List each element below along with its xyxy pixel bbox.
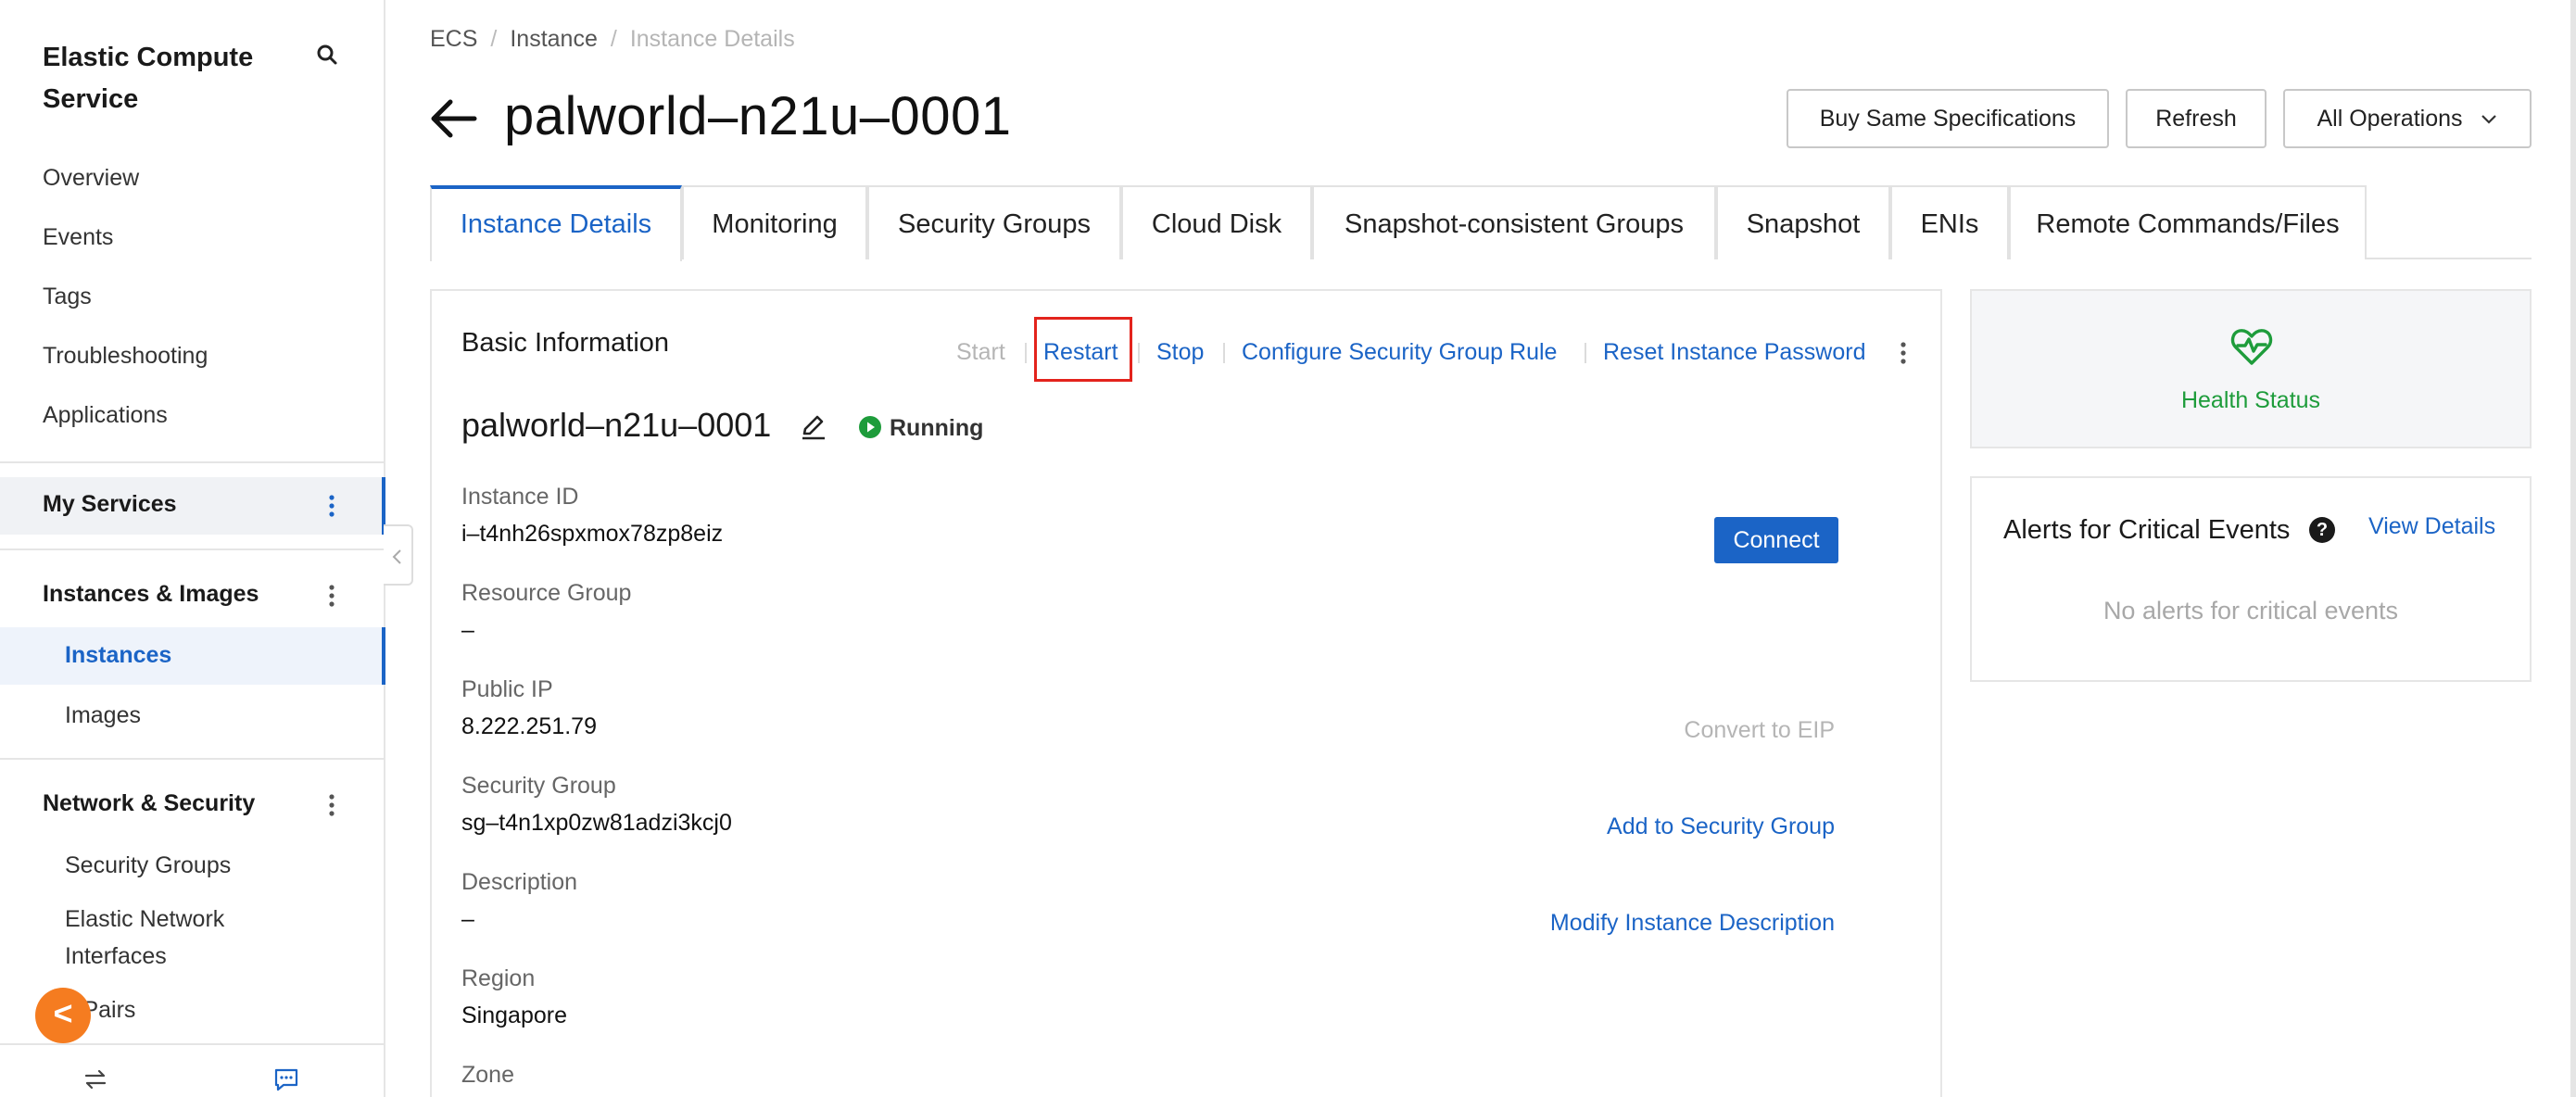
- restart-highlight-box: [1034, 317, 1132, 382]
- heart-pulse-icon: [2230, 329, 2273, 365]
- sidebar-item-applications[interactable]: Applications: [43, 402, 168, 429]
- region-label: Region: [461, 965, 536, 991]
- action-separator: [1138, 343, 1140, 363]
- kebab-icon[interactable]: [326, 582, 337, 610]
- kebab-icon[interactable]: [1898, 339, 1909, 367]
- stop-action[interactable]: Stop: [1156, 339, 1204, 366]
- basic-information-card: Basic Information Start Restart Stop Con…: [430, 289, 1942, 1097]
- sidebar-item-security-groups[interactable]: Security Groups: [65, 852, 231, 879]
- action-separator: [1025, 343, 1027, 363]
- sidebar-section-network-security[interactable]: Network & Security: [0, 776, 384, 834]
- critical-events-card: Alerts for Critical Events ? View Detail…: [1970, 476, 2532, 682]
- tab-snapshot-consistent-groups[interactable]: Snapshot-consistent Groups: [1312, 185, 1716, 259]
- tab-security-groups[interactable]: Security Groups: [867, 185, 1121, 259]
- public-ip-label: Public IP: [461, 676, 553, 702]
- breadcrumb-instance[interactable]: Instance: [510, 26, 598, 52]
- card-title: Basic Information: [461, 328, 670, 358]
- description-label: Description: [461, 869, 578, 895]
- sidebar-section-instances-images[interactable]: Instances & Images: [0, 567, 384, 624]
- instance-name: palworld–n21u–0001: [461, 406, 772, 444]
- sidebar-divider: [0, 758, 385, 760]
- instance-id-value: i–t4nh26spxmox78zp8eiz: [461, 521, 724, 547]
- sidebar: Elastic Compute Service Overview Events …: [0, 0, 385, 1097]
- all-operations-dropdown[interactable]: All Operations: [2283, 89, 2532, 148]
- breadcrumb-ecs[interactable]: ECS: [430, 26, 477, 52]
- sidebar-section-label: Network & Security: [43, 790, 256, 816]
- tab-cloud-disk[interactable]: Cloud Disk: [1121, 185, 1312, 259]
- sidebar-item-images[interactable]: Images: [65, 702, 141, 729]
- modify-instance-description-link[interactable]: Modify Instance Description: [1550, 910, 1835, 937]
- connect-button[interactable]: Connect: [1714, 517, 1838, 563]
- kebab-icon[interactable]: [326, 791, 337, 819]
- chevron-down-icon: [2481, 115, 2496, 124]
- tab-bar: Instance Details Monitoring Security Gro…: [430, 185, 2532, 261]
- sidebar-item-instances[interactable]: Instances: [0, 627, 385, 685]
- search-icon[interactable]: [315, 43, 339, 67]
- sidebar-title: Elastic Compute Service: [43, 43, 254, 114]
- sidebar-divider: [0, 461, 385, 463]
- sidebar-item-overview[interactable]: Overview: [43, 165, 139, 192]
- sidebar-item-label: Instances: [65, 642, 172, 668]
- sidebar-divider: [0, 548, 385, 550]
- status-badge: Running: [890, 415, 984, 441]
- chat-icon[interactable]: [272, 1065, 300, 1093]
- sidebar-section-label: My Services: [43, 491, 177, 517]
- breadcrumb-separator: /: [490, 26, 498, 52]
- breadcrumb-separator: /: [610, 26, 617, 52]
- configure-security-group-rule-action[interactable]: Configure Security Group Rule: [1242, 339, 1557, 366]
- refresh-button[interactable]: Refresh: [2126, 89, 2267, 148]
- health-status-card[interactable]: Health Status: [1970, 289, 2532, 448]
- start-action[interactable]: Start: [956, 339, 1005, 366]
- chevron-left-icon: [392, 549, 401, 564]
- add-to-security-group-link[interactable]: Add to Security Group: [1607, 813, 1835, 840]
- security-group-value: sg–t4n1xp0zw81adzi3kcj0: [461, 810, 732, 836]
- page-scrollbar[interactable]: [2570, 0, 2576, 1097]
- help-icon[interactable]: ?: [2309, 517, 2335, 543]
- view-details-link[interactable]: View Details: [2368, 513, 2495, 540]
- resource-group-value: –: [461, 617, 474, 643]
- tab-instance-details[interactable]: Instance Details: [430, 185, 682, 261]
- instance-id-label: Instance ID: [461, 484, 579, 510]
- tab-remote-commands-files[interactable]: Remote Commands/Files: [2009, 185, 2367, 259]
- empty-state-text: No alerts for critical events: [2102, 597, 2399, 624]
- active-indicator: [382, 627, 385, 685]
- sidebar-item-events[interactable]: Events: [43, 224, 113, 251]
- action-separator: [1585, 343, 1586, 363]
- action-separator: [1223, 343, 1225, 363]
- security-group-label: Security Group: [461, 773, 616, 799]
- description-value: –: [461, 906, 474, 932]
- card-title: Alerts for Critical Events: [2003, 515, 2291, 545]
- sidebar-divider: [0, 1043, 385, 1045]
- sidebar-collapse-handle[interactable]: [384, 524, 413, 586]
- sidebar-item-tags[interactable]: Tags: [43, 284, 92, 310]
- resource-group-label: Resource Group: [461, 580, 632, 606]
- health-status-label: Health Status: [2180, 387, 2321, 413]
- reset-instance-password-action[interactable]: Reset Instance Password: [1603, 339, 1865, 366]
- breadcrumb: ECS / Instance / Instance Details: [430, 26, 795, 53]
- zone-label: Zone: [461, 1062, 514, 1088]
- region-value: Singapore: [461, 1002, 567, 1028]
- kebab-icon[interactable]: [326, 492, 337, 520]
- swap-icon[interactable]: [82, 1065, 109, 1093]
- arrow-left-icon[interactable]: [428, 96, 478, 141]
- pencil-icon[interactable]: [799, 411, 828, 441]
- sidebar-item-enis[interactable]: Elastic Network Interfaces: [65, 901, 324, 975]
- sidebar-item-troubleshooting[interactable]: Troubleshooting: [43, 343, 208, 370]
- buy-same-specifications-button[interactable]: Buy Same Specifications: [1787, 89, 2109, 148]
- sidebar-section-my-services[interactable]: My Services: [0, 477, 385, 535]
- all-operations-label: All Operations: [2317, 106, 2463, 132]
- breadcrumb-current: Instance Details: [629, 26, 795, 52]
- assistant-fab[interactable]: <: [35, 988, 91, 1043]
- sidebar-section-label: Instances & Images: [43, 581, 259, 607]
- tab-enis[interactable]: ENIs: [1890, 185, 2009, 259]
- tab-snapshot[interactable]: Snapshot: [1716, 185, 1890, 259]
- public-ip-value: 8.222.251.79: [461, 713, 597, 739]
- tab-monitoring[interactable]: Monitoring: [682, 185, 867, 259]
- page-title: palworld–n21u–0001: [504, 86, 1012, 146]
- play-circle-icon: [859, 416, 881, 438]
- convert-to-eip-link[interactable]: Convert to EIP: [1684, 717, 1835, 744]
